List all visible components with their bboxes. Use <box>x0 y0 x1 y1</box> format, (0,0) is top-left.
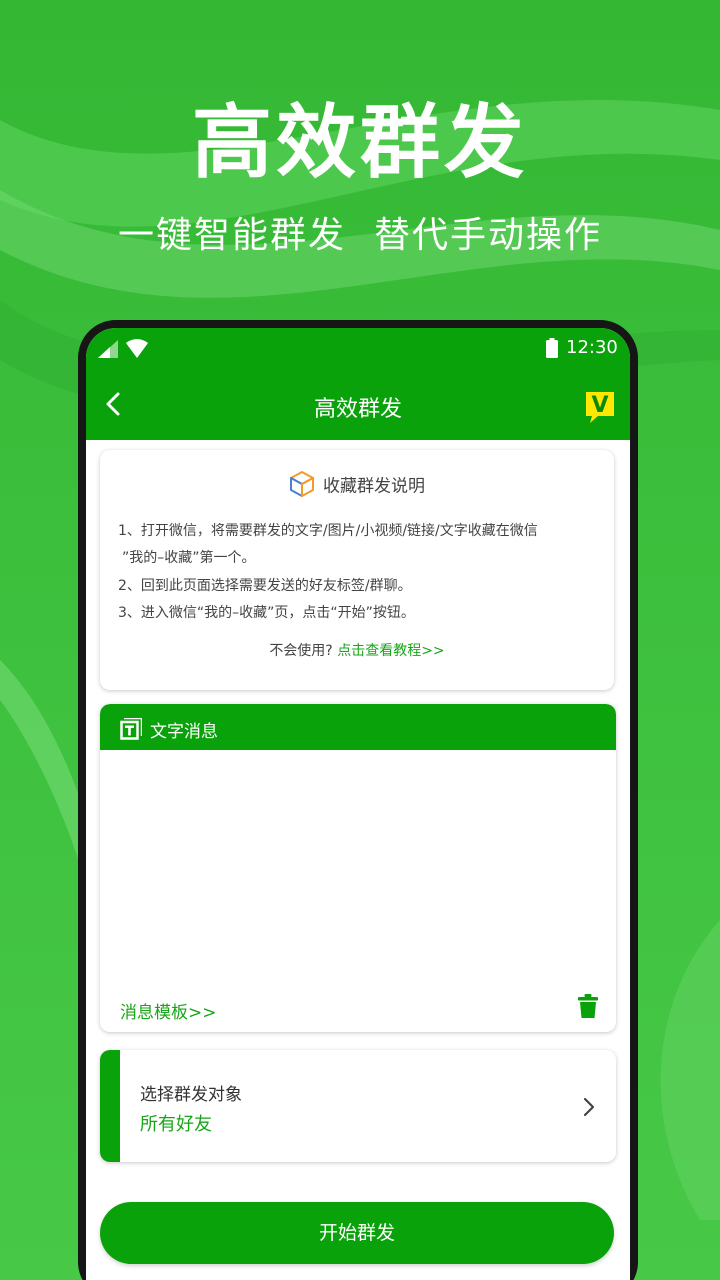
instruction-line-2: 2、回到此页面选择需要发送的好友标签/群聊。 <box>118 578 412 594</box>
phone-frame: 12:30 高效群发 V 收藏群发说明 1、打开微信，将需要群发的文字/图片/小… <box>78 320 638 1280</box>
signal-icon <box>98 340 118 358</box>
text-message-header: 文字消息 <box>100 704 616 750</box>
vip-badge-icon[interactable]: V <box>584 390 616 424</box>
status-bar: 12:30 <box>86 328 630 368</box>
message-template-link[interactable]: 消息模板>> <box>120 998 217 1023</box>
promo-subtitle: 一键智能群发 替代手动操作 <box>0 206 720 258</box>
promo-subtitle-right: 替代手动操作 <box>374 215 603 256</box>
text-message-title: 文字消息 <box>150 722 218 742</box>
instruction-line-1b: ”我的–收藏”第一个。 <box>122 550 256 566</box>
help-line: 不会使用? 点击查看教程>> <box>100 640 614 660</box>
phone-screen: 12:30 高效群发 V 收藏群发说明 1、打开微信，将需要群发的文字/图片/小… <box>86 328 630 1280</box>
target-accent-stripe <box>100 1050 120 1162</box>
text-format-icon <box>120 718 142 740</box>
promo-subtitle-left: 一键智能群发 <box>117 215 346 256</box>
tutorial-link[interactable]: 点击查看教程>> <box>337 643 444 659</box>
app-bar: 高效群发 V <box>86 368 630 440</box>
instructions-heading-text: 收藏群发说明 <box>323 476 425 497</box>
text-message-card: 文字消息 消息模板>> <box>100 704 616 1032</box>
cube-icon <box>290 471 314 497</box>
instruction-line-3: 3、进入微信“我的–收藏”页，点击“开始”按钮。 <box>118 605 415 621</box>
instructions-heading: 收藏群发说明 <box>100 470 614 498</box>
battery-icon <box>546 338 558 358</box>
trash-icon[interactable] <box>578 994 598 1018</box>
promo-title: 高效群发 <box>192 96 528 189</box>
message-textarea[interactable] <box>100 750 616 980</box>
vip-letter: V <box>591 393 608 418</box>
target-label: 选择群发对象 <box>140 1085 242 1105</box>
wifi-icon <box>126 339 148 358</box>
help-prefix: 不会使用? <box>269 643 333 659</box>
instruction-line-1: 1、打开微信，将需要群发的文字/图片/小视频/链接/文字收藏在微信 <box>118 523 538 539</box>
start-broadcast-button[interactable]: 开始群发 <box>100 1202 614 1264</box>
target-value: 所有好友 <box>140 1114 212 1135</box>
status-time: 12:30 <box>566 337 618 358</box>
instructions-card: 收藏群发说明 1、打开微信，将需要群发的文字/图片/小视频/链接/文字收藏在微信… <box>100 450 614 690</box>
select-target-row[interactable]: 选择群发对象 所有好友 <box>100 1050 616 1162</box>
page-title: 高效群发 <box>313 397 402 422</box>
chevron-right-icon <box>583 1097 595 1117</box>
